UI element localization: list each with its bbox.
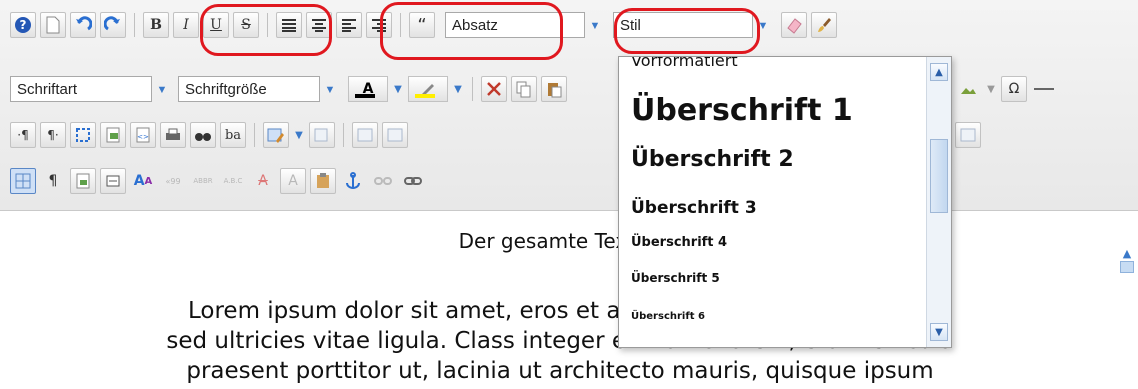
style-combo-value: Stil <box>620 16 641 34</box>
paragraph-line: praesent porttitor ut, lacinia ut archit… <box>186 358 934 384</box>
table-props-icon[interactable] <box>955 122 981 148</box>
print-icon[interactable] <box>160 122 186 148</box>
toolbar-row-1: ? B I U S “ Absatz ▼ Stil ▼ <box>10 8 837 42</box>
redo-icon[interactable] <box>100 12 126 38</box>
scroll-up-icon[interactable]: ▲ <box>1120 247 1134 261</box>
strike-a-icon[interactable]: A <box>250 168 276 194</box>
blockquote-button[interactable]: “ <box>409 12 435 38</box>
table-row-icon[interactable] <box>352 122 378 148</box>
underline-button[interactable]: U <box>203 12 229 38</box>
format-option[interactable]: Vorformatiert <box>631 57 738 70</box>
chevron-down-icon[interactable]: ▼ <box>754 13 772 39</box>
chevron-down-icon[interactable]: ▼ <box>985 84 997 95</box>
font-size-combo[interactable]: Schriftgröße ▼ <box>178 76 335 102</box>
svg-text:?: ? <box>20 18 27 32</box>
format-option[interactable]: Überschrift 2 <box>631 147 794 172</box>
abbr-icon[interactable]: ABBR <box>190 168 216 194</box>
paste-text-icon[interactable] <box>100 168 126 194</box>
source-icon[interactable]: <> <box>130 122 156 148</box>
scroll-down-icon[interactable]: ▼ <box>930 323 948 341</box>
table-grid-icon[interactable] <box>10 168 36 194</box>
chevron-down-icon[interactable]: ▼ <box>321 77 339 103</box>
undo-icon[interactable] <box>70 12 96 38</box>
separator <box>400 13 401 37</box>
scrollbar-thumb[interactable] <box>1120 261 1134 273</box>
link-icon[interactable] <box>400 168 426 194</box>
anchor-icon[interactable] <box>340 168 366 194</box>
chevron-down-icon[interactable]: ▼ <box>586 13 604 39</box>
separator <box>267 13 268 37</box>
paste-word-icon[interactable] <box>70 168 96 194</box>
format-combo[interactable]: Absatz ▼ <box>445 12 600 38</box>
ltr-icon[interactable]: ·¶ <box>10 122 36 148</box>
new-document-icon[interactable] <box>40 12 66 38</box>
copy-icon[interactable] <box>511 76 537 102</box>
acronym-icon[interactable]: A.B.C <box>220 168 246 194</box>
quote-marks-icon[interactable]: «99 <box>160 168 186 194</box>
highlight-color-button[interactable] <box>408 76 448 102</box>
toolbar-row-3-right <box>955 118 981 152</box>
pilcrow-icon[interactable]: ¶ <box>40 168 66 194</box>
paste-icon[interactable] <box>541 76 567 102</box>
table-col-icon[interactable] <box>382 122 408 148</box>
font-family-combo[interactable]: Schriftart ▼ <box>10 76 167 102</box>
format-combo-value: Absatz <box>452 16 498 34</box>
find-icon[interactable] <box>190 122 216 148</box>
align-justify-icon[interactable] <box>276 12 302 38</box>
text-color-button[interactable]: A <box>348 76 388 102</box>
format-option[interactable]: Überschrift 6 <box>631 311 705 322</box>
replace-button[interactable]: ba <box>220 122 246 148</box>
toolbar-row-3: ·¶ ¶· <> ba ▼ <box>10 118 408 152</box>
unlink-icon[interactable] <box>370 168 396 194</box>
strikethrough-button[interactable]: S <box>233 12 259 38</box>
edit-table-icon[interactable] <box>263 122 289 148</box>
font-size-aa-icon[interactable]: AA <box>130 168 156 194</box>
image-icon[interactable] <box>955 76 981 102</box>
editor-scrollbar[interactable]: ▲ <box>1116 211 1138 389</box>
toolbar-row-2: Schriftart ▼ Schriftgröße ▼ A ▼ ▼ <box>10 72 567 106</box>
format-option[interactable]: Überschrift 4 <box>631 235 727 250</box>
cut-icon[interactable] <box>481 76 507 102</box>
separator <box>343 123 344 147</box>
chevron-down-icon[interactable]: ▼ <box>392 84 404 95</box>
brush-icon[interactable] <box>811 12 837 38</box>
format-option[interactable]: Überschrift 1 <box>631 93 853 128</box>
separator <box>254 123 255 147</box>
align-center-icon[interactable] <box>306 12 332 38</box>
clipboard-icon[interactable] <box>310 168 336 194</box>
svg-text:<>: <> <box>137 133 149 141</box>
align-right-icon[interactable] <box>366 12 392 38</box>
separator <box>134 13 135 37</box>
editor-toolbar: ? B I U S “ Absatz ▼ Stil ▼ Schriftart ▼… <box>0 0 1138 337</box>
dropdown-scroll-thumb[interactable] <box>930 139 948 213</box>
separator <box>472 77 473 101</box>
chevron-down-icon[interactable]: ▼ <box>153 77 171 103</box>
font-family-value: Schriftart <box>17 80 78 98</box>
templates-icon[interactable] <box>100 122 126 148</box>
scroll-up-icon[interactable]: ▲ <box>930 63 948 81</box>
maximize-icon[interactable] <box>70 122 96 148</box>
underline-a-icon[interactable]: A <box>280 168 306 194</box>
font-size-value: Schriftgröße <box>185 80 267 98</box>
text-color-swatch <box>355 94 375 98</box>
chevron-down-icon[interactable]: ▼ <box>293 130 305 141</box>
rtl-icon[interactable]: ¶· <box>40 122 66 148</box>
toolbar-row-2-right: ▼ Ω <box>955 72 1057 106</box>
delete-table-icon[interactable] <box>309 122 335 148</box>
eraser-icon[interactable] <box>781 12 807 38</box>
italic-button[interactable]: I <box>173 12 199 38</box>
bold-button[interactable]: B <box>143 12 169 38</box>
special-char-button[interactable]: Ω <box>1001 76 1027 102</box>
help-icon[interactable]: ? <box>10 12 36 38</box>
dropdown-scrollbar[interactable]: ▲ ▼ <box>926 57 951 347</box>
format-option[interactable]: Überschrift 3 <box>631 198 757 218</box>
chevron-down-icon[interactable]: ▼ <box>452 84 464 95</box>
highlight-swatch <box>415 94 435 98</box>
toolbar-row-4: ¶ AA «99 ABBR A.B.C A A <box>10 164 426 198</box>
style-combo[interactable]: Stil ▼ <box>613 12 768 38</box>
horizontal-rule-icon[interactable] <box>1031 76 1057 102</box>
format-option[interactable]: Überschrift 5 <box>631 271 720 285</box>
format-dropdown-list[interactable]: Vorformatiert Überschrift 1 Überschrift … <box>618 56 952 348</box>
align-left-icon[interactable] <box>336 12 362 38</box>
